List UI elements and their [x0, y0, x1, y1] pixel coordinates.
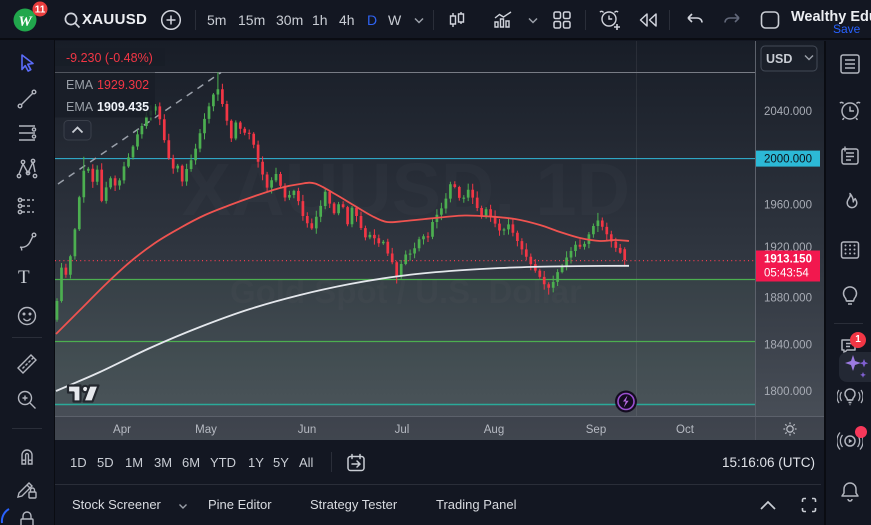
- svg-text:2040.000: 2040.000: [764, 106, 812, 118]
- svg-text:Apr: Apr: [113, 424, 131, 436]
- svg-text:Jul: Jul: [395, 424, 410, 436]
- svg-text:Jun: Jun: [298, 424, 317, 436]
- svg-text:EMA: EMA: [66, 100, 94, 114]
- svg-text:W: W: [18, 14, 33, 30]
- svg-text:Gold Spot / U.S. Dollar: Gold Spot / U.S. Dollar: [230, 273, 582, 310]
- svg-text:Sep: Sep: [586, 424, 606, 436]
- svg-text:1909.435: 1909.435: [97, 100, 149, 114]
- svg-text:Aug: Aug: [484, 424, 504, 436]
- svg-text:1929.302: 1929.302: [97, 78, 149, 92]
- svg-text:2000.000: 2000.000: [764, 154, 812, 166]
- svg-text:1913.150: 1913.150: [764, 254, 812, 266]
- svg-text:1880.000: 1880.000: [764, 293, 812, 305]
- svg-text:05:43:54: 05:43:54: [764, 268, 809, 280]
- svg-text:USD: USD: [766, 52, 792, 66]
- svg-text:1960.000: 1960.000: [764, 199, 812, 211]
- svg-text:11: 11: [35, 5, 46, 16]
- svg-text:1840.000: 1840.000: [764, 339, 812, 351]
- svg-text:-9.230 (-0.48%): -9.230 (-0.48%): [66, 51, 153, 65]
- svg-text:May: May: [195, 424, 217, 436]
- svg-text:Oct: Oct: [676, 424, 695, 436]
- svg-text:EMA: EMA: [66, 78, 94, 92]
- svg-text:XAUUSD, 1D: XAUUSD, 1D: [182, 148, 630, 231]
- svg-text:1800.000: 1800.000: [764, 386, 812, 398]
